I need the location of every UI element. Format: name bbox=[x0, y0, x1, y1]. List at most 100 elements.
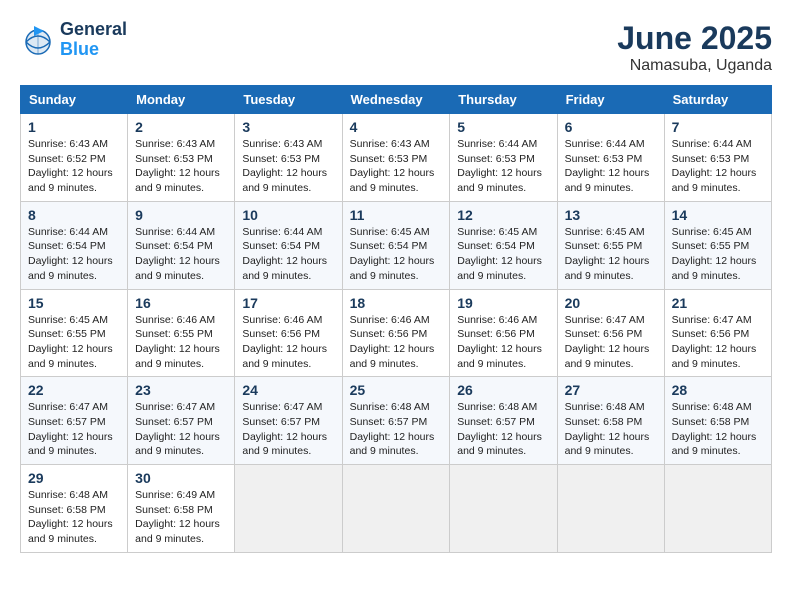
sunrise-label: Sunrise: 6:46 AM bbox=[350, 314, 430, 326]
daylight-minutes: and 9 minutes. bbox=[28, 358, 97, 370]
calendar-cell: 16 Sunrise: 6:46 AM Sunset: 6:55 PM Dayl… bbox=[128, 289, 235, 377]
sunset-label: Sunset: 6:57 PM bbox=[28, 416, 106, 428]
calendar-cell: 12 Sunrise: 6:45 AM Sunset: 6:54 PM Dayl… bbox=[450, 201, 557, 289]
sunset-label: Sunset: 6:56 PM bbox=[242, 328, 320, 340]
sunset-label: Sunset: 6:53 PM bbox=[457, 153, 535, 165]
sunrise-label: Sunrise: 6:48 AM bbox=[565, 401, 645, 413]
calendar-cell bbox=[664, 465, 771, 553]
sunrise-label: Sunrise: 6:43 AM bbox=[350, 138, 430, 150]
daylight-label: Daylight: 12 hours bbox=[28, 431, 113, 443]
sunrise-label: Sunrise: 6:46 AM bbox=[242, 314, 322, 326]
day-number: 1 bbox=[28, 119, 120, 135]
logo-blue-text: Blue bbox=[60, 40, 127, 60]
day-number: 18 bbox=[350, 295, 443, 311]
calendar-cell: 7 Sunrise: 6:44 AM Sunset: 6:53 PM Dayli… bbox=[664, 114, 771, 202]
sunrise-label: Sunrise: 6:48 AM bbox=[672, 401, 752, 413]
day-number: 8 bbox=[28, 207, 120, 223]
day-info: Sunrise: 6:44 AM Sunset: 6:53 PM Dayligh… bbox=[672, 137, 764, 196]
daylight-label: Daylight: 12 hours bbox=[457, 255, 542, 267]
daylight-minutes: and 9 minutes. bbox=[28, 270, 97, 282]
sunset-label: Sunset: 6:53 PM bbox=[135, 153, 213, 165]
sunrise-label: Sunrise: 6:44 AM bbox=[242, 226, 322, 238]
daylight-label: Daylight: 12 hours bbox=[672, 255, 757, 267]
location-title: Namasuba, Uganda bbox=[617, 57, 772, 75]
sunrise-label: Sunrise: 6:47 AM bbox=[28, 401, 108, 413]
daylight-minutes: and 9 minutes. bbox=[242, 445, 311, 457]
calendar-cell: 22 Sunrise: 6:47 AM Sunset: 6:57 PM Dayl… bbox=[21, 377, 128, 465]
day-info: Sunrise: 6:49 AM Sunset: 6:58 PM Dayligh… bbox=[135, 488, 227, 547]
daylight-minutes: and 9 minutes. bbox=[28, 182, 97, 194]
calendar-week-row: 15 Sunrise: 6:45 AM Sunset: 6:55 PM Dayl… bbox=[21, 289, 772, 377]
daylight-label: Daylight: 12 hours bbox=[135, 167, 220, 179]
calendar-cell: 10 Sunrise: 6:44 AM Sunset: 6:54 PM Dayl… bbox=[235, 201, 342, 289]
day-info: Sunrise: 6:46 AM Sunset: 6:56 PM Dayligh… bbox=[242, 313, 334, 372]
day-info: Sunrise: 6:46 AM Sunset: 6:55 PM Dayligh… bbox=[135, 313, 227, 372]
weekday-header-row: SundayMondayTuesdayWednesdayThursdayFrid… bbox=[21, 86, 772, 114]
page-header: General Blue June 2025 Namasuba, Uganda bbox=[20, 20, 772, 75]
calendar-cell bbox=[235, 465, 342, 553]
calendar-cell: 9 Sunrise: 6:44 AM Sunset: 6:54 PM Dayli… bbox=[128, 201, 235, 289]
sunset-label: Sunset: 6:57 PM bbox=[242, 416, 320, 428]
daylight-minutes: and 9 minutes. bbox=[672, 270, 741, 282]
sunrise-label: Sunrise: 6:47 AM bbox=[135, 401, 215, 413]
day-number: 7 bbox=[672, 119, 764, 135]
sunrise-label: Sunrise: 6:47 AM bbox=[672, 314, 752, 326]
daylight-minutes: and 9 minutes. bbox=[672, 182, 741, 194]
sunrise-label: Sunrise: 6:46 AM bbox=[135, 314, 215, 326]
sunrise-label: Sunrise: 6:44 AM bbox=[672, 138, 752, 150]
sunset-label: Sunset: 6:53 PM bbox=[565, 153, 643, 165]
sunset-label: Sunset: 6:56 PM bbox=[672, 328, 750, 340]
sunrise-label: Sunrise: 6:44 AM bbox=[457, 138, 537, 150]
daylight-minutes: and 9 minutes. bbox=[135, 533, 204, 545]
sunset-label: Sunset: 6:58 PM bbox=[672, 416, 750, 428]
daylight-minutes: and 9 minutes. bbox=[457, 358, 526, 370]
sunrise-label: Sunrise: 6:45 AM bbox=[350, 226, 430, 238]
sunset-label: Sunset: 6:57 PM bbox=[350, 416, 428, 428]
daylight-label: Daylight: 12 hours bbox=[350, 343, 435, 355]
day-number: 25 bbox=[350, 382, 443, 398]
daylight-label: Daylight: 12 hours bbox=[565, 343, 650, 355]
sunset-label: Sunset: 6:57 PM bbox=[457, 416, 535, 428]
day-number: 14 bbox=[672, 207, 764, 223]
day-number: 5 bbox=[457, 119, 549, 135]
month-title: June 2025 bbox=[617, 20, 772, 57]
daylight-minutes: and 9 minutes. bbox=[350, 358, 419, 370]
daylight-minutes: and 9 minutes. bbox=[28, 445, 97, 457]
calendar-cell: 23 Sunrise: 6:47 AM Sunset: 6:57 PM Dayl… bbox=[128, 377, 235, 465]
daylight-label: Daylight: 12 hours bbox=[565, 431, 650, 443]
sunset-label: Sunset: 6:54 PM bbox=[457, 240, 535, 252]
day-info: Sunrise: 6:48 AM Sunset: 6:58 PM Dayligh… bbox=[565, 400, 657, 459]
sunset-label: Sunset: 6:53 PM bbox=[350, 153, 428, 165]
calendar-cell: 18 Sunrise: 6:46 AM Sunset: 6:56 PM Dayl… bbox=[342, 289, 450, 377]
sunrise-label: Sunrise: 6:45 AM bbox=[672, 226, 752, 238]
calendar-cell: 17 Sunrise: 6:46 AM Sunset: 6:56 PM Dayl… bbox=[235, 289, 342, 377]
sunrise-label: Sunrise: 6:45 AM bbox=[28, 314, 108, 326]
daylight-minutes: and 9 minutes. bbox=[457, 270, 526, 282]
sunset-label: Sunset: 6:54 PM bbox=[135, 240, 213, 252]
calendar-cell: 3 Sunrise: 6:43 AM Sunset: 6:53 PM Dayli… bbox=[235, 114, 342, 202]
day-info: Sunrise: 6:47 AM Sunset: 6:56 PM Dayligh… bbox=[565, 313, 657, 372]
sunrise-label: Sunrise: 6:47 AM bbox=[565, 314, 645, 326]
sunset-label: Sunset: 6:55 PM bbox=[672, 240, 750, 252]
daylight-label: Daylight: 12 hours bbox=[350, 167, 435, 179]
day-info: Sunrise: 6:47 AM Sunset: 6:57 PM Dayligh… bbox=[135, 400, 227, 459]
logo-icon bbox=[20, 22, 56, 58]
day-number: 6 bbox=[565, 119, 657, 135]
day-info: Sunrise: 6:47 AM Sunset: 6:57 PM Dayligh… bbox=[28, 400, 120, 459]
weekday-header-friday: Friday bbox=[557, 86, 664, 114]
calendar-cell: 14 Sunrise: 6:45 AM Sunset: 6:55 PM Dayl… bbox=[664, 201, 771, 289]
day-info: Sunrise: 6:45 AM Sunset: 6:54 PM Dayligh… bbox=[457, 225, 549, 284]
sunset-label: Sunset: 6:56 PM bbox=[350, 328, 428, 340]
day-info: Sunrise: 6:48 AM Sunset: 6:58 PM Dayligh… bbox=[672, 400, 764, 459]
calendar-cell: 19 Sunrise: 6:46 AM Sunset: 6:56 PM Dayl… bbox=[450, 289, 557, 377]
day-number: 30 bbox=[135, 470, 227, 486]
day-number: 15 bbox=[28, 295, 120, 311]
daylight-label: Daylight: 12 hours bbox=[28, 255, 113, 267]
calendar-cell bbox=[450, 465, 557, 553]
calendar-cell: 25 Sunrise: 6:48 AM Sunset: 6:57 PM Dayl… bbox=[342, 377, 450, 465]
logo: General Blue bbox=[20, 20, 127, 60]
daylight-label: Daylight: 12 hours bbox=[135, 343, 220, 355]
daylight-minutes: and 9 minutes. bbox=[135, 270, 204, 282]
calendar-week-row: 22 Sunrise: 6:47 AM Sunset: 6:57 PM Dayl… bbox=[21, 377, 772, 465]
calendar-cell: 29 Sunrise: 6:48 AM Sunset: 6:58 PM Dayl… bbox=[21, 465, 128, 553]
